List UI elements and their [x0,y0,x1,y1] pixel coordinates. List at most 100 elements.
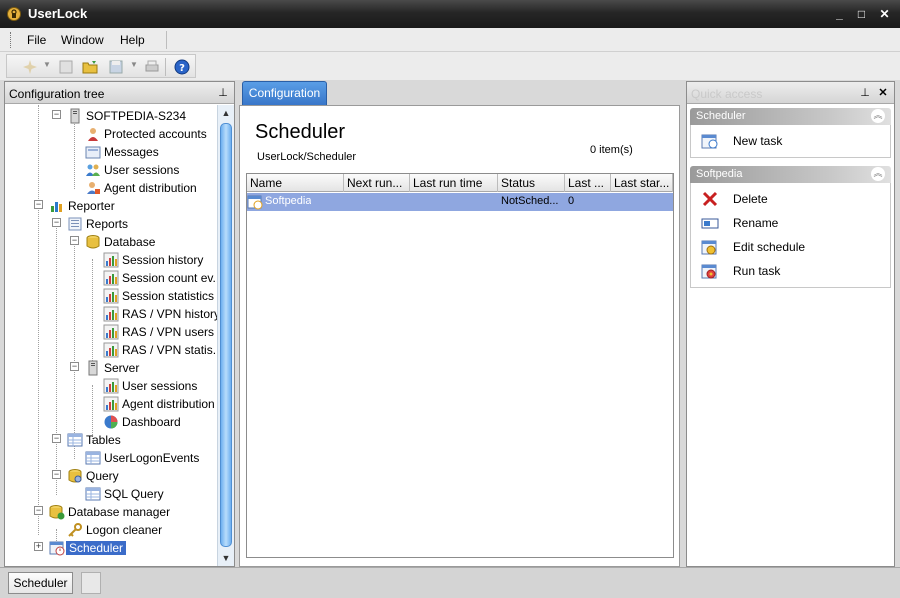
menu-separator [166,31,167,49]
table-row[interactable]: Softpedia NotSched... 0 [247,193,673,211]
dashboard-icon [104,415,118,429]
page-title: Scheduler [255,121,346,143]
section-header[interactable]: Scheduler ︽ [690,108,891,125]
menu-bar: File Window Help [0,28,900,52]
new-icon[interactable] [21,58,39,76]
report-icon [103,252,119,268]
collapse-toggle[interactable]: − [52,110,61,119]
tree-line [56,223,57,495]
new-task-action[interactable]: New task [701,131,881,151]
rename-icon [701,218,719,229]
tree-scrollbar[interactable]: ▲ ▼ [217,105,234,566]
server-icon [70,108,80,124]
column-header-last-start[interactable]: Last star... [611,174,673,192]
toolbar: ▼ ▼ ? [0,52,900,80]
status-bar-slot [81,572,101,594]
toolbar-strip: ▼ ▼ ? [6,54,196,78]
row-name: Softpedia [265,195,312,207]
help-icon[interactable]: ? [173,58,191,76]
column-header-last-run-time[interactable]: Last run time [410,174,498,192]
section-body: New task [690,125,891,158]
collapse-toggle[interactable]: − [70,236,79,245]
window-title: UserLock [28,6,88,21]
menu-help[interactable]: Help [120,33,145,47]
maximize-button[interactable]: □ [853,6,870,23]
panel-title: Quick access [691,87,763,101]
column-header-last[interactable]: Last ... [565,174,611,192]
report-icon [103,324,119,340]
query-icon [68,469,82,483]
collapse-chevron-icon[interactable]: ︽ [871,167,885,181]
collapse-chevron-icon[interactable]: ︽ [871,109,885,123]
quick-access-panel: Quick access ⊥ ✕ Scheduler ︽ New task So… [686,81,895,567]
report-icon [103,288,119,304]
pin-icon[interactable]: ⊥ [858,86,872,100]
open-folder-icon[interactable] [81,58,99,76]
scheduler-window-button[interactable]: Scheduler [8,572,73,594]
close-panel-icon[interactable]: ✕ [876,86,890,100]
column-header-next-run[interactable]: Next run... [344,174,410,192]
status-bar: Scheduler [0,567,900,598]
scheduler-icon [49,541,65,556]
report-icon [103,270,119,286]
menu-grip[interactable] [10,32,13,48]
tree-line [92,259,93,371]
menu-file[interactable]: File [27,33,46,47]
scroll-up-arrow-icon[interactable]: ▲ [218,105,234,121]
dropdown-arrow-icon[interactable]: ▼ [130,60,138,69]
minimize-button[interactable]: _ [831,6,848,23]
column-header-status[interactable]: Status [498,174,565,192]
dropdown-arrow-icon[interactable]: ▼ [43,60,51,69]
task-list: Name Next run... Last run time Status La… [246,173,674,558]
menu-window[interactable]: Window [61,33,104,47]
run-task-action[interactable]: Run task [701,261,881,281]
table-icon [85,487,101,501]
section-header[interactable]: Softpedia ︽ [690,166,891,183]
scrollbar-thumb[interactable] [220,123,232,547]
properties-icon[interactable] [57,58,75,76]
collapse-toggle[interactable]: − [52,470,61,479]
edit-schedule-action[interactable]: Edit schedule [701,237,881,257]
configuration-tree: − SOFTPEDIA-S234 Protected accounts Mess… [5,105,217,566]
configuration-tree-panel: Configuration tree ⊥ − SOFTPEDIA-S234 Pr… [4,81,235,567]
scroll-down-arrow-icon[interactable]: ▼ [218,550,234,566]
new-task-icon [701,134,718,149]
user-sessions-icon [86,164,100,176]
userlock-logo-icon [7,7,21,21]
delete-action[interactable]: Delete [701,189,881,209]
collapse-toggle[interactable]: − [52,218,61,227]
tree-line [74,241,75,459]
panel-title: Configuration tree [9,87,105,101]
server-icon [88,360,98,376]
report-icon [103,396,119,412]
collapse-toggle[interactable]: − [70,362,79,371]
pin-icon[interactable]: ⊥ [216,86,230,100]
tab-configuration[interactable]: Configuration [242,81,327,105]
save-icon[interactable] [107,58,125,76]
expand-toggle[interactable]: + [34,542,43,551]
svg-text:?: ? [179,63,185,74]
table-icon [67,433,83,447]
messages-icon [85,146,101,159]
tree-line [74,115,75,189]
row-last: 0 [568,195,575,207]
close-button[interactable]: ✕ [876,6,893,23]
run-task-icon [701,264,717,279]
item-count: 0 item(s) [590,144,633,156]
database-icon [86,235,100,249]
reports-icon [68,217,82,231]
rename-action[interactable]: Rename [701,213,881,233]
collapse-toggle[interactable]: − [34,200,43,209]
report-icon [103,306,119,322]
print-icon[interactable] [143,58,161,76]
column-header-name[interactable]: Name [247,174,344,192]
delete-icon [702,191,718,207]
row-status: NotSched... [501,195,559,207]
collapse-toggle[interactable]: − [34,506,43,515]
task-list-header: Name Next run... Last run time Status La… [247,174,673,192]
scheduler-page: Scheduler UserLock/Scheduler 0 item(s) N… [239,105,680,567]
database-manager-icon [49,505,65,520]
reporter-icon [51,202,62,212]
collapse-toggle[interactable]: − [52,434,61,443]
users-icon [88,128,98,141]
